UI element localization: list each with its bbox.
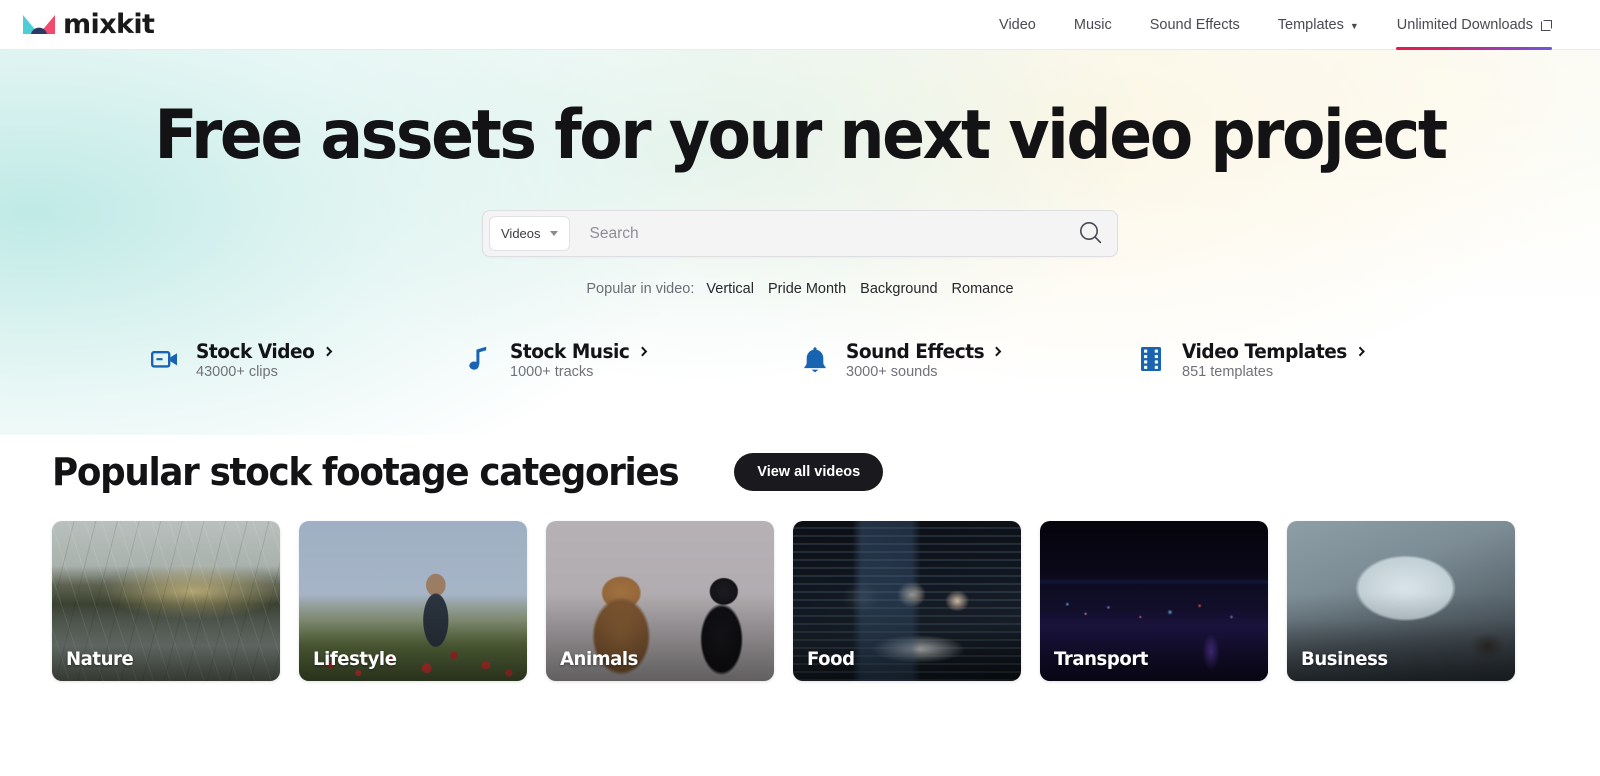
- shortcut-title: Stock Video: [196, 340, 332, 364]
- card-label: Business: [1301, 648, 1388, 670]
- nav-label: Templates: [1277, 16, 1344, 33]
- card-label: Transport: [1054, 648, 1149, 670]
- shortcut-subtitle: 3000+ sounds: [846, 364, 938, 381]
- category-card-nature[interactable]: Nature: [52, 521, 280, 681]
- shortcut-title-text: Video Templates: [1182, 340, 1347, 364]
- shortcut-title: Video Templates: [1182, 340, 1365, 364]
- shortcut-sound-effects[interactable]: Sound Effects 3000+ sounds: [800, 339, 1136, 381]
- nav-item-video[interactable]: Video: [980, 0, 1055, 50]
- popular-tag-romance[interactable]: Romance: [952, 281, 1014, 297]
- caret-down-icon: [549, 231, 558, 237]
- card-label: Food: [807, 648, 855, 670]
- view-all-videos-button[interactable]: View all videos: [734, 453, 884, 491]
- shortcut-video-templates[interactable]: Video Templates 851 templates: [1136, 339, 1472, 381]
- nav-item-music[interactable]: Music: [1055, 0, 1131, 50]
- popular-tag-vertical[interactable]: Vertical: [706, 281, 754, 297]
- category-shortcuts: Stock Video 43000+ clips Stock Music 100…: [0, 339, 1600, 381]
- nav-item-sound-effects[interactable]: Sound Effects: [1131, 0, 1259, 50]
- category-card-lifestyle[interactable]: Lifestyle: [299, 521, 527, 681]
- hero-section: Free assets for your next video project …: [0, 50, 1600, 435]
- shortcut-title-text: Stock Video: [196, 340, 315, 364]
- popular-categories-section: Popular stock footage categories View al…: [0, 432, 1600, 681]
- shortcut-subtitle: 851 templates: [1182, 364, 1274, 381]
- search-row: Videos: [0, 210, 1600, 258]
- nav-label: Music: [1073, 16, 1112, 33]
- chevron-right-icon: [992, 346, 1002, 357]
- site-header: mixkit Video Music Sound Effects Templat…: [0, 0, 1600, 50]
- shortcut-title: Sound Effects: [846, 340, 1002, 364]
- shortcut-stock-video[interactable]: Stock Video 43000+ clips: [128, 339, 464, 381]
- page-title: Free assets for your next video project: [154, 96, 1448, 175]
- popular-label: Popular in video:: [586, 281, 695, 298]
- category-card-animals[interactable]: Animals: [546, 521, 774, 681]
- video-camera-icon: [150, 341, 180, 377]
- card-label: Animals: [560, 648, 638, 670]
- chevron-right-icon: [637, 346, 647, 357]
- shortcut-title-text: Stock Music: [510, 340, 630, 364]
- logo-wordmark: mixkit: [63, 9, 155, 40]
- category-card-food[interactable]: Food: [793, 521, 1021, 681]
- shortcut-title-text: Sound Effects: [846, 340, 985, 364]
- active-nav-underline: [1395, 46, 1552, 50]
- nav-item-templates[interactable]: Templates ▼: [1259, 0, 1378, 50]
- external-link-icon: [1541, 20, 1552, 31]
- category-card-grid: Nature Lifestyle Animals Food Transport …: [52, 521, 1548, 681]
- bell-icon: [800, 341, 830, 377]
- shortcut-subtitle: 43000+ clips: [196, 364, 278, 381]
- mixkit-m-logo-icon: [22, 13, 56, 37]
- section-title: Popular stock footage categories: [52, 450, 680, 494]
- chevron-down-icon: ▼: [1349, 20, 1359, 31]
- nav-item-unlimited-downloads[interactable]: Unlimited Downloads: [1378, 0, 1552, 50]
- nav-label: Unlimited Downloads: [1396, 16, 1533, 33]
- chevron-right-icon: [1354, 346, 1365, 357]
- card-label: Lifestyle: [313, 648, 397, 670]
- main-navigation: Video Music Sound Effects Templates ▼ Un…: [980, 0, 1552, 50]
- search-type-select[interactable]: Videos: [489, 216, 570, 252]
- nav-label: Video: [999, 16, 1036, 33]
- music-note-icon: [464, 341, 494, 377]
- nav-label: Sound Effects: [1149, 16, 1240, 33]
- card-label: Nature: [66, 648, 134, 670]
- category-card-business[interactable]: Business: [1287, 521, 1515, 681]
- popular-tag-background[interactable]: Background: [860, 281, 937, 297]
- shortcut-title: Stock Music: [510, 340, 647, 364]
- section-header: Popular stock footage categories View al…: [52, 432, 1548, 494]
- shortcut-stock-music[interactable]: Stock Music 1000+ tracks: [464, 339, 800, 381]
- search-type-value: Videos: [501, 226, 541, 242]
- shortcut-subtitle: 1000+ tracks: [510, 364, 594, 381]
- popular-searches: Popular in video: Vertical Pride Month B…: [0, 281, 1600, 297]
- popular-tag-pride-month[interactable]: Pride Month: [768, 281, 846, 297]
- category-card-transport[interactable]: Transport: [1040, 521, 1268, 681]
- search-input[interactable]: [569, 224, 1069, 243]
- search-submit-button[interactable]: [1069, 213, 1111, 255]
- site-logo[interactable]: mixkit: [22, 9, 155, 40]
- search-icon: [1078, 220, 1103, 248]
- chevron-right-icon: [322, 346, 332, 357]
- film-strip-icon: [1136, 341, 1166, 377]
- search-bar[interactable]: Videos: [482, 210, 1118, 258]
